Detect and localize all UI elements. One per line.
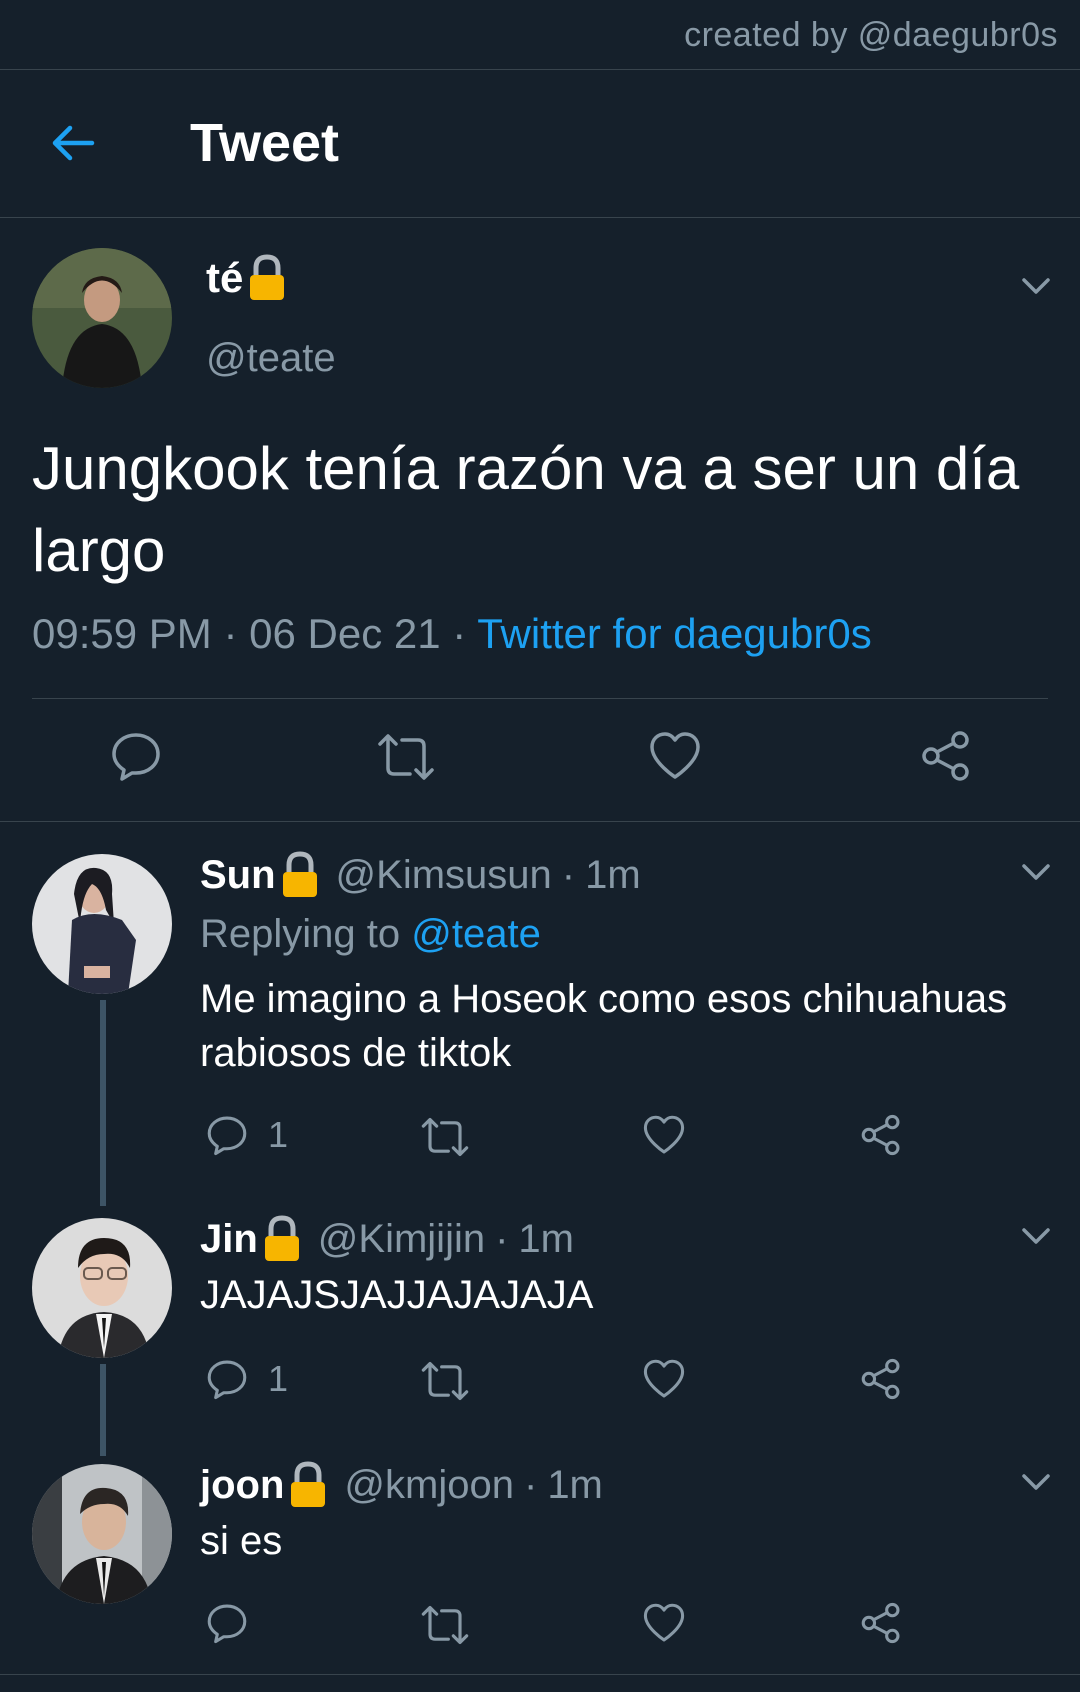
lock-icon bbox=[264, 1215, 299, 1261]
share-icon[interactable] bbox=[920, 730, 972, 782]
divider bbox=[0, 1674, 1080, 1675]
reply-icon[interactable] bbox=[206, 1358, 248, 1400]
reply-text: JAJAJSJAJJAJAJAJA bbox=[200, 1273, 594, 1317]
credit-text: created by @daegubr0s bbox=[684, 16, 1058, 54]
separator: · bbox=[523, 1462, 538, 1507]
reply-handle[interactable]: @Kimjijin bbox=[318, 1217, 485, 1262]
like-icon[interactable] bbox=[642, 1602, 686, 1644]
avatar[interactable] bbox=[32, 1464, 172, 1604]
reply-time: 1m bbox=[547, 1462, 603, 1507]
credit-bar: created by @daegubr0s bbox=[0, 0, 1080, 70]
reply-icon[interactable] bbox=[110, 730, 162, 782]
replying-label: Replying to bbox=[200, 912, 401, 956]
tweet-text: Jungkook tenía razón va a ser un día lar… bbox=[32, 435, 1020, 584]
lock-icon bbox=[291, 1461, 326, 1507]
tweet-source-link[interactable]: Twitter for daegubr0s bbox=[477, 610, 872, 657]
header: Tweet bbox=[0, 70, 1080, 218]
retweet-icon[interactable] bbox=[420, 1360, 470, 1402]
chevron-down-icon[interactable] bbox=[1018, 1470, 1054, 1494]
thread-line bbox=[100, 1364, 106, 1456]
thread-line bbox=[100, 1000, 106, 1206]
avatar[interactable] bbox=[32, 248, 172, 388]
reply-name-row: Jin @Kimjijin · 1m bbox=[200, 1212, 574, 1266]
reply-count: 1 bbox=[268, 1358, 289, 1399]
avatar[interactable] bbox=[32, 854, 172, 994]
reply-count: 1 bbox=[268, 1114, 289, 1155]
reply-icon[interactable] bbox=[206, 1114, 248, 1156]
reply-time: 1m bbox=[585, 852, 641, 897]
chevron-down-icon[interactable] bbox=[1018, 1224, 1054, 1248]
retweet-icon[interactable] bbox=[420, 1116, 470, 1158]
share-icon[interactable] bbox=[860, 1602, 902, 1644]
replying-to: Replying to @teate bbox=[200, 912, 541, 957]
reply-text: si es bbox=[200, 1519, 283, 1563]
replying-mention-link[interactable]: @teate bbox=[411, 912, 541, 956]
author-name-row: té bbox=[206, 248, 287, 308]
author-handle[interactable]: @teate bbox=[206, 336, 336, 381]
separator: · bbox=[495, 1216, 509, 1261]
reply-name-row: Sun @Kimsusun · 1m bbox=[200, 848, 641, 902]
page-title: Tweet bbox=[190, 113, 340, 173]
avatar[interactable] bbox=[32, 1218, 172, 1358]
chevron-down-icon[interactable] bbox=[1018, 274, 1054, 298]
meta-separator: · bbox=[223, 610, 238, 657]
display-name[interactable]: té bbox=[206, 254, 243, 302]
retweet-icon[interactable] bbox=[420, 1604, 470, 1646]
like-icon[interactable] bbox=[642, 1114, 686, 1156]
back-arrow-icon[interactable] bbox=[48, 118, 98, 168]
retweet-icon[interactable] bbox=[376, 732, 436, 782]
divider bbox=[32, 698, 1048, 699]
reply-text: Me imagino a Hoseok como esos chihuahuas… bbox=[200, 977, 1008, 1075]
display-name[interactable]: Sun bbox=[200, 853, 276, 898]
like-icon[interactable] bbox=[648, 730, 702, 782]
meta-separator: · bbox=[452, 610, 467, 657]
display-name[interactable]: Jin bbox=[200, 1217, 258, 1262]
reply-handle[interactable]: @Kimsusun bbox=[336, 853, 552, 898]
chevron-down-icon[interactable] bbox=[1018, 860, 1054, 884]
tweet-date: 06 Dec 21 bbox=[249, 610, 441, 657]
lock-icon bbox=[250, 254, 285, 300]
separator: · bbox=[561, 852, 576, 897]
reply-name-row: joon @kmjoon · 1m bbox=[200, 1458, 603, 1512]
tweet-time: 09:59 PM bbox=[32, 610, 212, 657]
reply-time: 1m bbox=[518, 1216, 574, 1261]
main-tweet: té @teate Jungkook tenía razón va a ser … bbox=[0, 218, 1080, 822]
like-icon[interactable] bbox=[642, 1358, 686, 1400]
lock-icon bbox=[282, 851, 317, 897]
tweet-meta: 09:59 PM · 06 Dec 21 · Twitter for daegu… bbox=[32, 610, 872, 658]
display-name[interactable]: joon bbox=[200, 1463, 284, 1508]
reply-icon[interactable] bbox=[206, 1602, 248, 1644]
reply-handle[interactable]: @kmjoon bbox=[344, 1463, 514, 1508]
share-icon[interactable] bbox=[860, 1358, 902, 1400]
share-icon[interactable] bbox=[860, 1114, 902, 1156]
